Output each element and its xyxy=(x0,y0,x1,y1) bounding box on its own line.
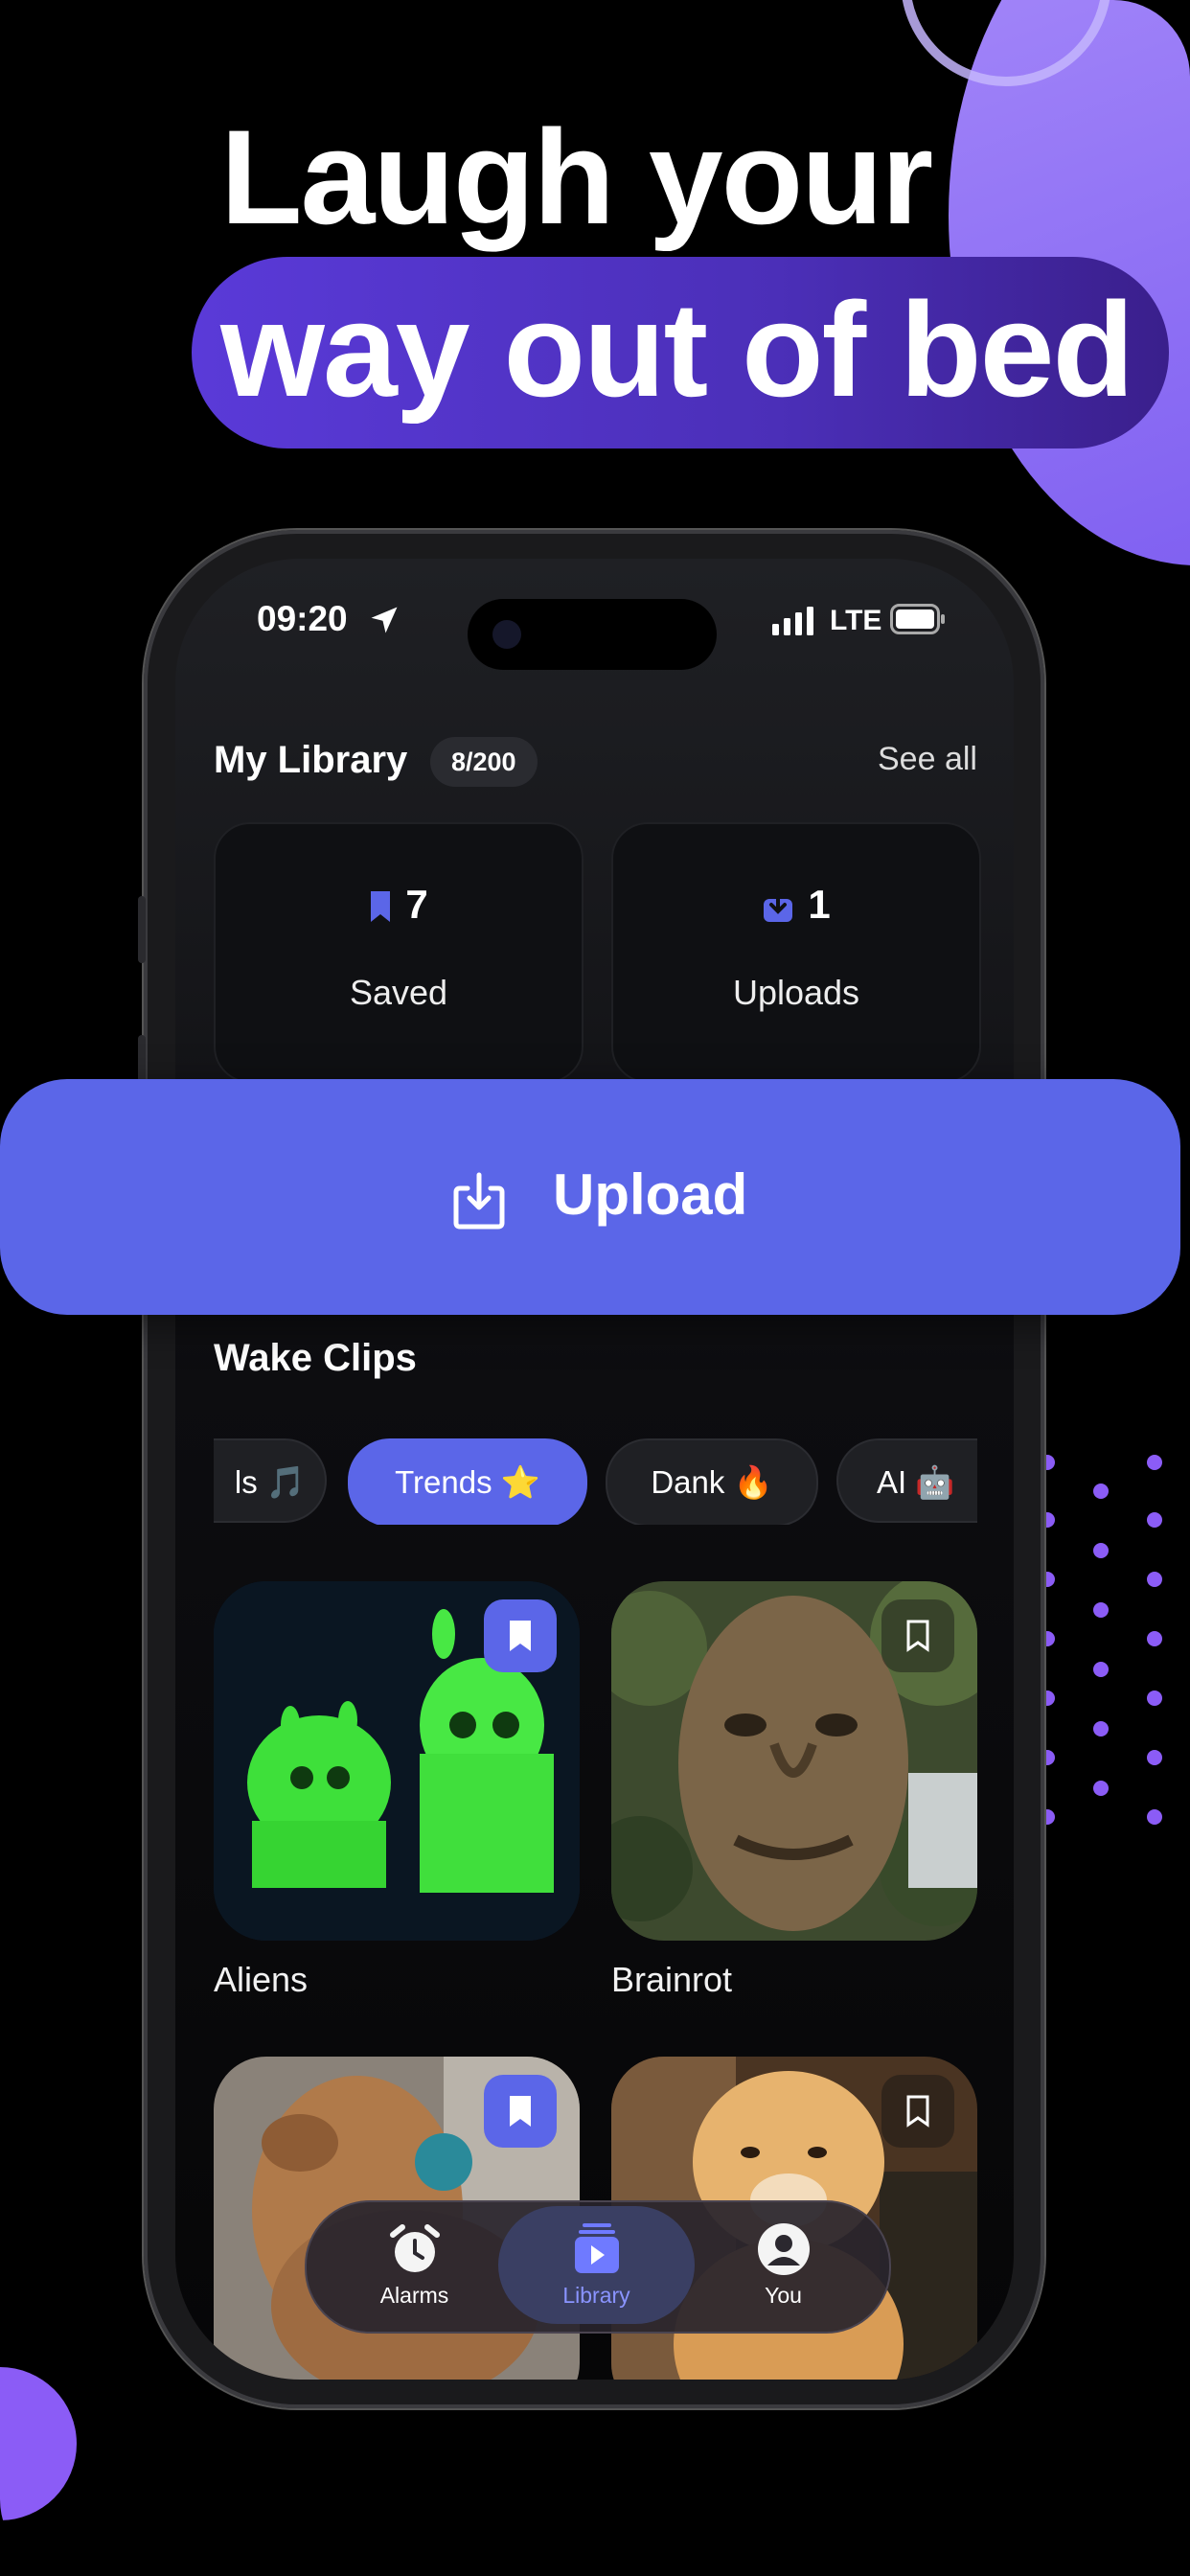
tab-label-you: You xyxy=(765,2283,802,2308)
headline-line-2: way out of bed xyxy=(220,274,1134,425)
bookmark-filled-icon xyxy=(510,2096,531,2127)
network-type: LTE xyxy=(830,605,882,636)
wake-clips-title: Wake Clips xyxy=(214,1337,417,1379)
chip-trends[interactable]: Trends ⭐ xyxy=(348,1438,587,1525)
library-play-icon xyxy=(574,2223,619,2273)
tab-label-alarms: Alarms xyxy=(379,2283,449,2308)
bookmark-outline-icon xyxy=(906,2095,929,2128)
phone-screen: 09:20 LTE My Library 8/200 See all 7 Sav… xyxy=(175,559,1014,2380)
signal-icon xyxy=(772,607,813,635)
bookmark-button-cheems[interactable] xyxy=(881,2075,954,2148)
see-all-link[interactable]: See all xyxy=(878,741,977,778)
upload-tray-icon xyxy=(453,1172,505,1230)
alarm-clock-icon xyxy=(389,2224,440,2272)
bookmark-button-brainrot[interactable] xyxy=(881,1599,954,1672)
tab-library[interactable]: Library xyxy=(498,2206,695,2324)
front-camera xyxy=(492,620,521,649)
headline-line-1: Laugh your xyxy=(220,102,933,252)
uploads-stat-card[interactable]: 1 Uploads xyxy=(611,822,981,1083)
upload-button-label: Upload xyxy=(553,1162,748,1227)
clip-label-aliens: Aliens xyxy=(214,1960,309,1999)
uploads-label: Uploads xyxy=(732,973,860,1012)
promo-canvas: Laugh your way out of bed 09:20 LTE My L… xyxy=(0,0,1190,2576)
clip-label-brainrot: Brainrot xyxy=(611,1960,733,1999)
tab-label-library: Library xyxy=(562,2283,630,2308)
location-arrow-icon xyxy=(371,607,398,633)
bookmark-outline-icon xyxy=(906,1620,929,1652)
upload-button[interactable]: Upload xyxy=(0,1079,1180,1315)
library-title: My Library xyxy=(214,739,408,781)
saved-label: Saved xyxy=(349,973,448,1012)
profile-icon xyxy=(757,2223,810,2275)
chip-sounds[interactable]: ls 🎵 xyxy=(214,1438,327,1523)
decorative-dot-pattern xyxy=(1040,1455,1174,1838)
chip-dank[interactable]: Dank 🔥 xyxy=(606,1438,818,1525)
status-time: 09:20 xyxy=(257,599,348,638)
bookmark-filled-icon xyxy=(510,1621,531,1651)
battery-icon xyxy=(890,604,945,634)
bookmark-icon xyxy=(371,891,391,922)
dynamic-island xyxy=(468,599,717,670)
download-tray-icon xyxy=(764,891,793,922)
uploads-count: 1 xyxy=(808,882,831,927)
bookmark-button-aliens[interactable] xyxy=(484,1599,557,1672)
chip-ai[interactable]: AI 🤖 xyxy=(836,1438,977,1523)
bookmark-button-dog[interactable] xyxy=(484,2075,557,2148)
decorative-blob-bottom xyxy=(0,2367,77,2520)
tab-alarms[interactable]: Alarms xyxy=(316,2202,513,2328)
saved-count: 7 xyxy=(405,882,428,927)
phone-action-button xyxy=(138,896,146,963)
tab-bar: Alarms Library You xyxy=(305,2200,891,2334)
category-chip-strip[interactable]: ls 🎵 Trends ⭐ Dank 🔥 AI 🤖 xyxy=(214,1438,977,1525)
saved-stat-card[interactable]: 7 Saved xyxy=(214,822,584,1083)
library-count-badge: 8/200 xyxy=(430,737,538,787)
tab-you[interactable]: You xyxy=(685,2202,881,2328)
